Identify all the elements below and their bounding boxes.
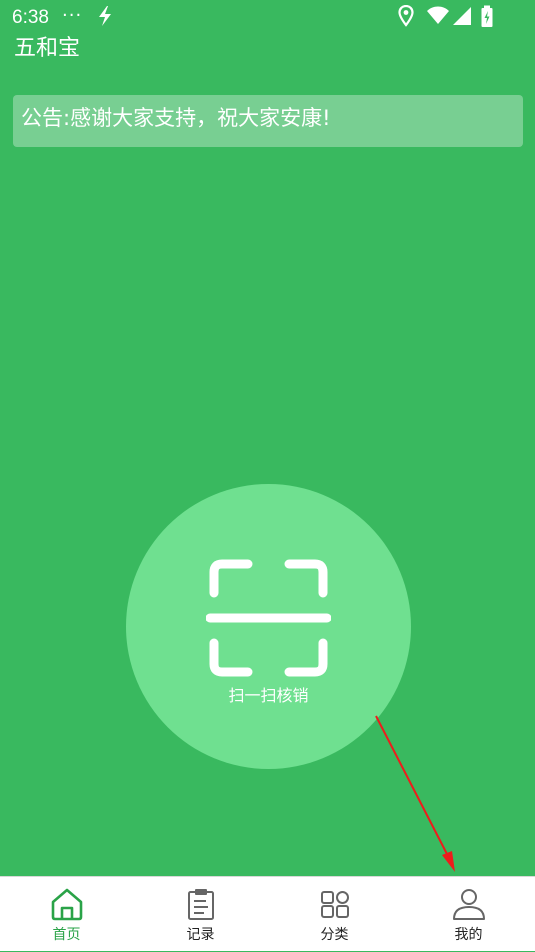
tab-records-label: 记录: [186, 927, 215, 943]
signal-icon: [453, 7, 471, 25]
scan-label: 扫一扫核销: [228, 686, 309, 705]
tab-categories-label: 分类: [320, 927, 349, 943]
tab-home-label: 首页: [52, 927, 81, 943]
clipboard-icon: [187, 889, 214, 920]
tab-records[interactable]: 记录: [134, 877, 267, 952]
status-bar: 6:38 ···: [0, 0, 535, 34]
location-icon: [398, 5, 414, 27]
grid-icon: [320, 891, 349, 918]
notice-banner: 公告:感谢大家支持，祝大家安康!: [13, 95, 523, 147]
lightning-icon: [99, 6, 111, 26]
status-more-dots: ···: [62, 5, 83, 26]
tab-mine[interactable]: 我的: [402, 877, 535, 952]
tab-mine-label: 我的: [454, 927, 483, 943]
home-icon: [51, 888, 82, 921]
scan-icon: [206, 559, 331, 677]
status-time: 6:38: [12, 7, 49, 28]
wifi-icon: [427, 6, 449, 24]
battery-icon: [481, 5, 493, 27]
bottom-tab-bar: 首页 记录 分类 我的: [0, 876, 535, 951]
notice-text: 公告:感谢大家支持，祝大家安康!: [21, 106, 331, 130]
tab-categories[interactable]: 分类: [268, 877, 401, 952]
app-title: 五和宝: [14, 36, 81, 61]
user-icon: [452, 889, 485, 920]
tab-home[interactable]: 首页: [0, 877, 133, 952]
scan-button[interactable]: 扫一扫核销: [126, 484, 411, 769]
